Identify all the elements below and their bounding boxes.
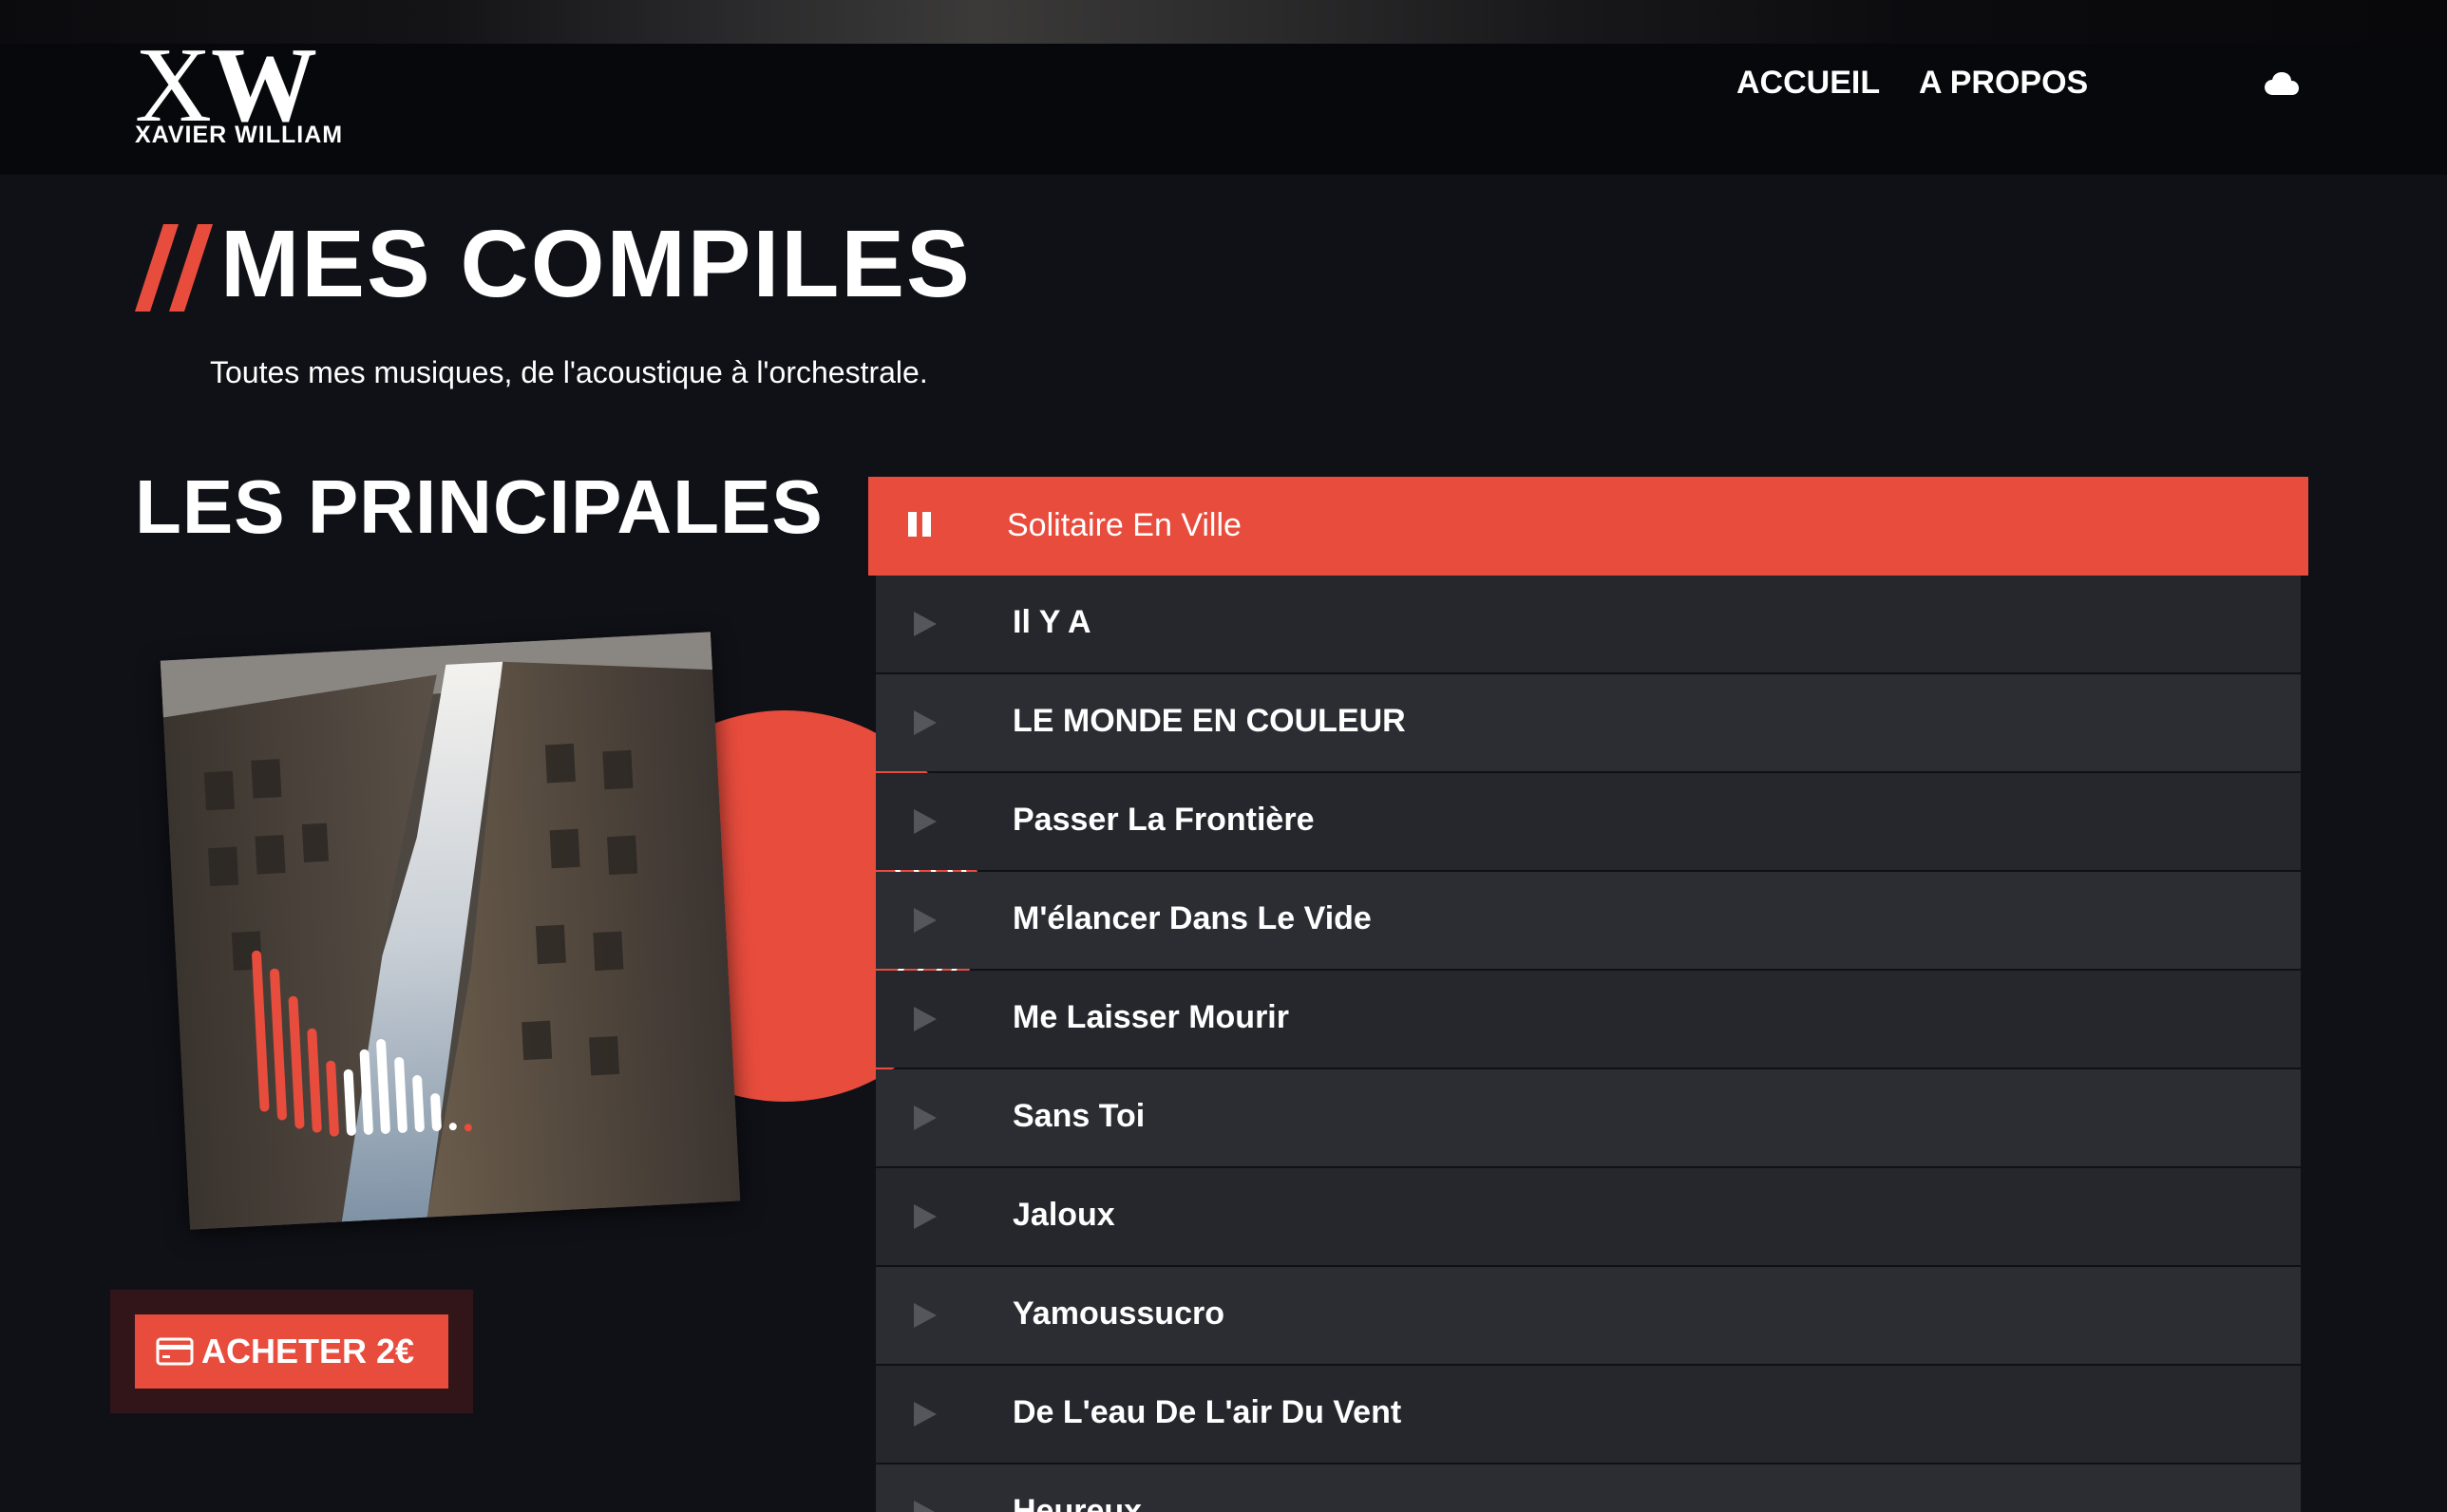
play-icon[interactable] [912,1105,939,1131]
track-row[interactable]: Passer La Frontière [876,773,2301,870]
play-icon[interactable] [912,1401,939,1427]
track-row[interactable]: Solitaire En Ville [868,477,2308,576]
track-row[interactable]: M'élancer Dans Le Vide [876,872,2301,969]
title-slashes-icon [135,224,213,312]
buy-button[interactable]: ACHETER 2€ [135,1314,448,1389]
buy-button-label: ACHETER 2€ [201,1332,415,1370]
header-background-photo [0,0,2447,44]
track-row[interactable]: De L'eau De L'air Du Vent [876,1366,2301,1463]
site-header: X W XAVIER WILLIAM ACCUEIL A PROPOS [0,0,2447,175]
track-row[interactable]: Heureux [876,1465,2301,1512]
track-title: Jaloux [1013,1197,1115,1233]
site-logo[interactable]: X W XAVIER WILLIAM [135,32,353,150]
logo-name: XAVIER WILLIAM [135,122,344,148]
album-artwork [160,632,980,1244]
play-icon[interactable] [912,611,939,637]
nav-link-accueil[interactable]: ACCUEIL [1736,65,1880,102]
track-title: M'élancer Dans Le Vide [1013,900,1372,936]
track-row[interactable]: Me Laisser Mourir [876,971,2301,1068]
play-icon[interactable] [912,1203,939,1230]
pause-icon[interactable] [906,511,933,538]
play-icon[interactable] [912,709,939,736]
track-title: Me Laisser Mourir [1013,999,1289,1035]
page-subtitle: Toutes mes musiques, de l'acoustique à l… [210,355,928,389]
track-title: Il Y A [1013,604,1091,640]
track-title: LE MONDE EN COULEUR [1013,703,1406,739]
track-row[interactable]: LE MONDE EN COULEUR [876,674,2301,771]
track-title: Passer La Frontière [1013,802,1315,838]
play-icon[interactable] [912,808,939,835]
track-title: Sans Toi [1013,1098,1146,1134]
play-icon[interactable] [912,907,939,934]
nav-link-a-propos[interactable]: A PROPOS [1919,65,2088,102]
album-cover-image [160,632,741,1230]
buy-button-frame: ACHETER 2€ [110,1290,473,1413]
track-row[interactable]: Jaloux [876,1168,2301,1265]
track-row[interactable]: Il Y A [876,576,2301,672]
track-title: De L'eau De L'air Du Vent [1013,1394,1402,1430]
section-title: LES PRINCIPALES [135,464,824,549]
play-icon[interactable] [912,1006,939,1032]
track-title: Yamoussucro [1013,1295,1224,1332]
track-row[interactable]: Sans Toi [876,1069,2301,1166]
page: X W XAVIER WILLIAM ACCUEIL A PROPOS MES … [0,0,2447,1512]
track-row[interactable]: Yamoussucro [876,1267,2301,1364]
track-title: Solitaire En Ville [1007,507,1242,543]
track-title: Heureux [1013,1493,1143,1512]
play-icon[interactable] [912,1500,939,1512]
page-title: MES COMPILES [220,211,972,317]
cloud-icon[interactable] [2265,70,2299,97]
play-icon[interactable] [912,1302,939,1329]
credit-card-icon [156,1337,194,1366]
